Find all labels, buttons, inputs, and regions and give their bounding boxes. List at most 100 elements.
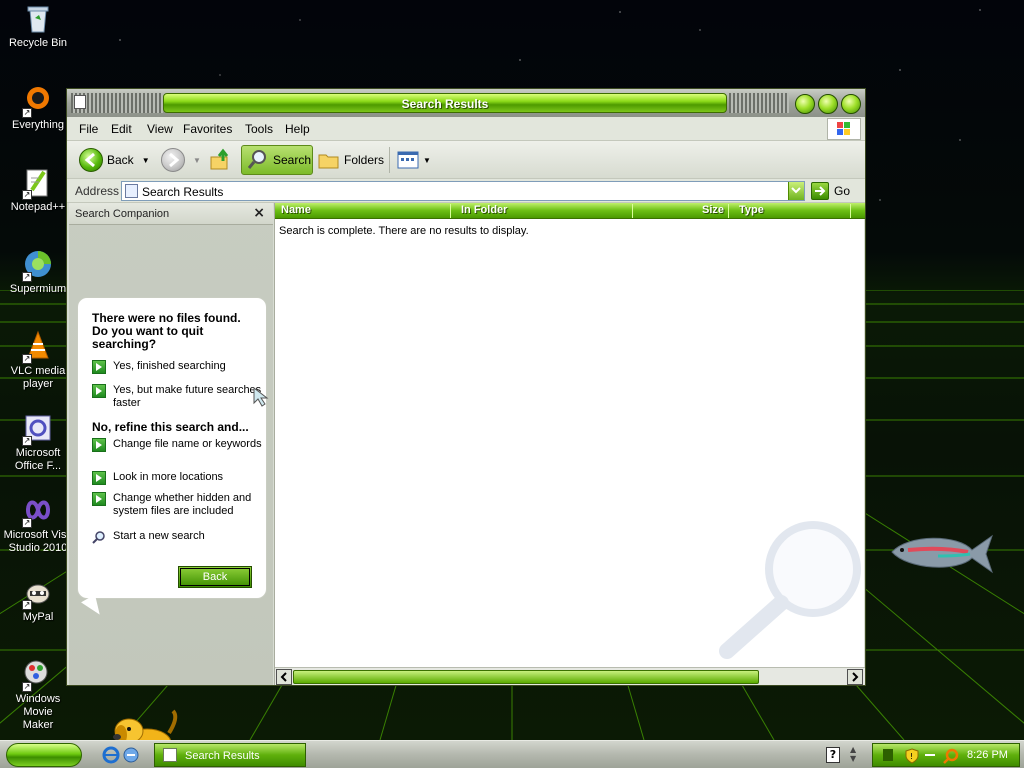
search-companion-title: Search Companion: [75, 208, 170, 220]
mouse-cursor-icon: [253, 386, 269, 410]
option-label: Yes, but make future searches faster: [113, 384, 262, 409]
scroll-right-button[interactable]: [847, 669, 863, 685]
option-finished-searching[interactable]: Yes, finished searching: [92, 360, 262, 374]
system-tray: ! 8:26 PM: [872, 743, 1020, 767]
taskbar-button-search-results[interactable]: Search Results: [154, 743, 306, 767]
menu-help[interactable]: Help: [285, 122, 310, 136]
up-folder-icon: [210, 148, 229, 170]
menu-favorites[interactable]: Favorites: [183, 122, 232, 136]
scroll-left-button[interactable]: [276, 669, 292, 685]
desktop-icon-everything[interactable]: ↗ Everything: [0, 84, 76, 132]
mypal-raccoon-icon: ↗: [22, 576, 54, 610]
taskbar: Search Results ? ▲ ▼ ! 8:26 PM: [0, 740, 1024, 768]
address-label: Address: [75, 184, 120, 198]
desktop-icon-label: Windows Movie: [15, 693, 61, 718]
go-arrow-icon[interactable]: [811, 182, 829, 200]
forward-button[interactable]: ▼: [161, 145, 201, 175]
movie-maker-icon: ↗: [22, 658, 54, 692]
help-icon[interactable]: ?: [826, 747, 840, 763]
option-hidden-system-files[interactable]: Change whether hidden and system files a…: [92, 492, 262, 518]
shortcut-arrow-icon: ↗: [22, 272, 32, 282]
volume-icon[interactable]: [925, 754, 935, 756]
tray-expand-icon[interactable]: ▲ ▼: [850, 745, 856, 763]
column-header-name[interactable]: Name: [281, 204, 451, 218]
green-arrow-icon: [92, 384, 106, 398]
toolbar-separator: [389, 147, 390, 173]
search-label: Search: [273, 153, 312, 167]
start-button[interactable]: [6, 743, 82, 767]
security-shield-icon[interactable]: !: [905, 748, 919, 767]
desktop-icon-label: Maker: [22, 719, 54, 731]
go-button[interactable]: Go: [834, 184, 850, 198]
views-dropdown-icon: ▼: [423, 155, 431, 165]
search-button[interactable]: Search: [241, 145, 313, 175]
search-results-page-icon: [125, 184, 138, 198]
internet-explorer-icon[interactable]: [102, 746, 120, 764]
desktop-icon-office[interactable]: ↗ Microsoft Office F...: [0, 412, 76, 473]
menu-edit[interactable]: Edit: [111, 122, 132, 136]
up-folder-button[interactable]: [209, 145, 233, 175]
title-bar-grill: [729, 93, 789, 113]
desktop-icon-label: MyPal: [22, 611, 54, 623]
forward-dropdown-icon[interactable]: ▼: [193, 156, 201, 165]
desktop-icon-label: Notepad++: [10, 201, 66, 213]
views-button[interactable]: ▼: [397, 145, 431, 175]
title-bar[interactable]: Search Results: [67, 89, 865, 117]
option-more-locations[interactable]: Look in more locations: [92, 471, 262, 485]
option-new-search[interactable]: Start a new search: [92, 530, 262, 544]
fish-desktop-decoration: [888, 528, 994, 576]
option-label: Look in more locations: [113, 471, 224, 483]
chevron-down-icon: [791, 187, 801, 194]
option-future-searches-faster[interactable]: Yes, but make future searches faster: [92, 384, 262, 410]
column-header-size[interactable]: Size: [635, 204, 729, 218]
green-arrow-icon: [92, 492, 106, 506]
address-field[interactable]: Search Results: [121, 181, 805, 201]
desktop-icon-vlc[interactable]: ↗ VLC media player: [0, 330, 76, 391]
back-dropdown-icon[interactable]: ▼: [142, 156, 150, 165]
column-header-type[interactable]: Type: [739, 204, 851, 218]
desktop-icon-label: player: [23, 378, 53, 390]
back-button[interactable]: Back ▼: [79, 145, 150, 175]
desktop-icon-label: Supermium: [9, 283, 67, 295]
scroll-thumb[interactable]: [293, 670, 759, 684]
close-pane-icon[interactable]: ×: [253, 205, 265, 221]
desktop-icon-movie-maker[interactable]: ↗ Windows Movie Maker: [0, 658, 76, 732]
desktop-icon-recycle-bin[interactable]: Recycle Bin: [0, 2, 76, 50]
desktop-icon-label: Everything: [12, 119, 64, 131]
search-results-window: Search Results File Edit View Favorites …: [66, 88, 866, 762]
shortcut-arrow-icon: ↗: [22, 436, 32, 446]
close-button[interactable]: [841, 94, 861, 114]
maximize-button[interactable]: [818, 94, 838, 114]
companion-back-button[interactable]: Back: [178, 566, 252, 588]
toolbar: Back ▼ ▼ Search Folders ▼: [67, 141, 865, 179]
back-label: Back: [107, 153, 134, 167]
search-results-page-icon: [163, 748, 177, 762]
menu-tools[interactable]: Tools: [245, 122, 273, 136]
menu-view[interactable]: View: [147, 122, 173, 136]
address-dropdown-button[interactable]: [788, 182, 804, 200]
option-change-file-name[interactable]: Change file name or keywords: [92, 438, 262, 452]
desktop-icon-label: Recycle Bin: [8, 37, 68, 49]
desktop-icon-mypal[interactable]: ↗ MyPal: [0, 576, 76, 624]
address-value: Search Results: [142, 185, 224, 199]
back-arrow-icon: [79, 148, 103, 172]
green-arrow-icon: [92, 360, 106, 374]
everything-tray-icon[interactable]: [943, 748, 959, 767]
desktop-icon-notepadpp[interactable]: ↗ Notepad++: [0, 166, 76, 214]
desktop-icon-supermium[interactable]: ↗ Supermium: [0, 248, 76, 296]
column-header-in-folder[interactable]: In Folder: [461, 204, 633, 218]
clock[interactable]: 8:26 PM: [967, 749, 1008, 761]
shortcut-arrow-icon: ↗: [22, 190, 32, 200]
taskbar-button-label: Search Results: [185, 750, 260, 762]
menu-file[interactable]: File: [79, 122, 98, 136]
menu-bar: File Edit View Favorites Tools Help: [67, 117, 865, 141]
horizontal-scrollbar[interactable]: [275, 667, 865, 685]
views-icon: [397, 151, 419, 169]
folders-button[interactable]: Folders: [317, 145, 384, 175]
office-icon: ↗: [22, 412, 54, 446]
desktop-icon-visual-studio[interactable]: ↗ Microsoft Visu Studio 2010: [0, 494, 76, 555]
network-icon[interactable]: [883, 749, 893, 761]
desktop-icon-label: Microsoft Visu: [3, 529, 73, 541]
show-desktop-icon[interactable]: [122, 746, 140, 764]
minimize-button[interactable]: [795, 94, 815, 114]
